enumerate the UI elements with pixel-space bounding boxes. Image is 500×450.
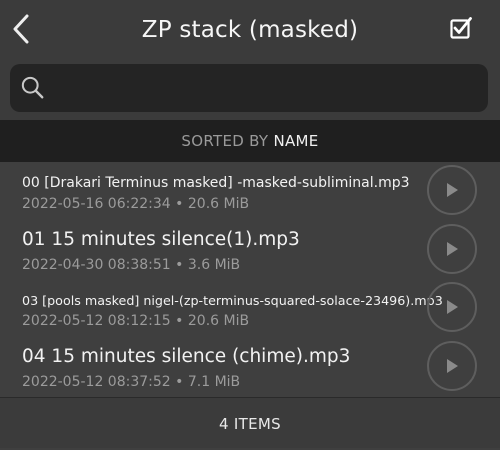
meta-separator: • (175, 196, 184, 212)
play-button[interactable] (427, 165, 477, 215)
play-icon (447, 300, 458, 314)
play-icon (447, 183, 458, 197)
file-size: 3.6 MiB (187, 256, 241, 273)
item-count-footer: 4 ITEMS (0, 397, 500, 448)
file-size: 7.1 MiB (187, 373, 241, 390)
file-size: 20.6 MiB (187, 196, 250, 212)
file-date: 2022-04-30 08:38:51 (22, 256, 171, 273)
list-item[interactable]: 04 15 minutes silence (chime).mp3 2022-0… (0, 337, 500, 396)
file-date: 2022-05-12 08:12:15 (22, 313, 171, 329)
file-meta: 2022-04-30 08:38:51 • 3.6 MiB (22, 257, 240, 273)
sort-bar[interactable]: SORTED BY NAME (0, 120, 500, 162)
search-input[interactable] (66, 72, 490, 106)
chevron-left-icon (13, 14, 29, 44)
file-name: 00 [Drakari Terminus masked] -masked-sub… (22, 175, 410, 191)
top-bar: ZP stack (masked) (0, 0, 500, 60)
play-icon (447, 358, 458, 373)
file-date: 2022-05-12 08:37:52 (22, 373, 171, 390)
file-meta: 2022-05-12 08:12:15 • 20.6 MiB (22, 313, 249, 329)
search-bar (0, 60, 500, 120)
file-date: 2022-05-16 06:22:34 (22, 196, 171, 212)
page-title: ZP stack (masked) (141, 17, 359, 43)
play-button[interactable] (427, 340, 477, 391)
meta-separator: • (175, 256, 184, 273)
play-button[interactable] (427, 223, 477, 274)
item-count-label: 4 ITEMS (219, 415, 281, 433)
file-name: 01 15 minutes silence(1).mp3 (22, 228, 300, 250)
search-field[interactable] (10, 64, 490, 112)
play-icon (447, 241, 458, 256)
meta-separator: • (175, 373, 184, 390)
list-item[interactable]: 01 15 minutes silence(1).mp3 2022-04-30 … (0, 220, 500, 279)
file-name: 04 15 minutes silence (chime).mp3 (22, 345, 351, 367)
list-item[interactable]: 03 [pools masked] nigel-(zp-terminus-squ… (0, 279, 500, 338)
sort-prefix-label: SORTED BY (181, 132, 269, 150)
play-button[interactable] (427, 282, 477, 332)
sort-value-label: NAME (273, 132, 319, 150)
back-button[interactable] (8, 12, 34, 46)
file-meta: 2022-05-12 08:37:52 • 7.1 MiB (22, 374, 240, 390)
select-all-button[interactable] (450, 17, 472, 39)
checkbox-checked-icon (450, 17, 472, 39)
file-meta: 2022-05-16 06:22:34 • 20.6 MiB (22, 196, 249, 212)
file-name: 03 [pools masked] nigel-(zp-terminus-squ… (22, 293, 443, 308)
meta-separator: • (175, 313, 184, 329)
file-size: 20.6 MiB (187, 313, 250, 329)
list-item[interactable]: 00 [Drakari Terminus masked] -masked-sub… (0, 162, 500, 221)
file-list: 00 [Drakari Terminus masked] -masked-sub… (0, 162, 500, 396)
search-icon (21, 76, 44, 99)
